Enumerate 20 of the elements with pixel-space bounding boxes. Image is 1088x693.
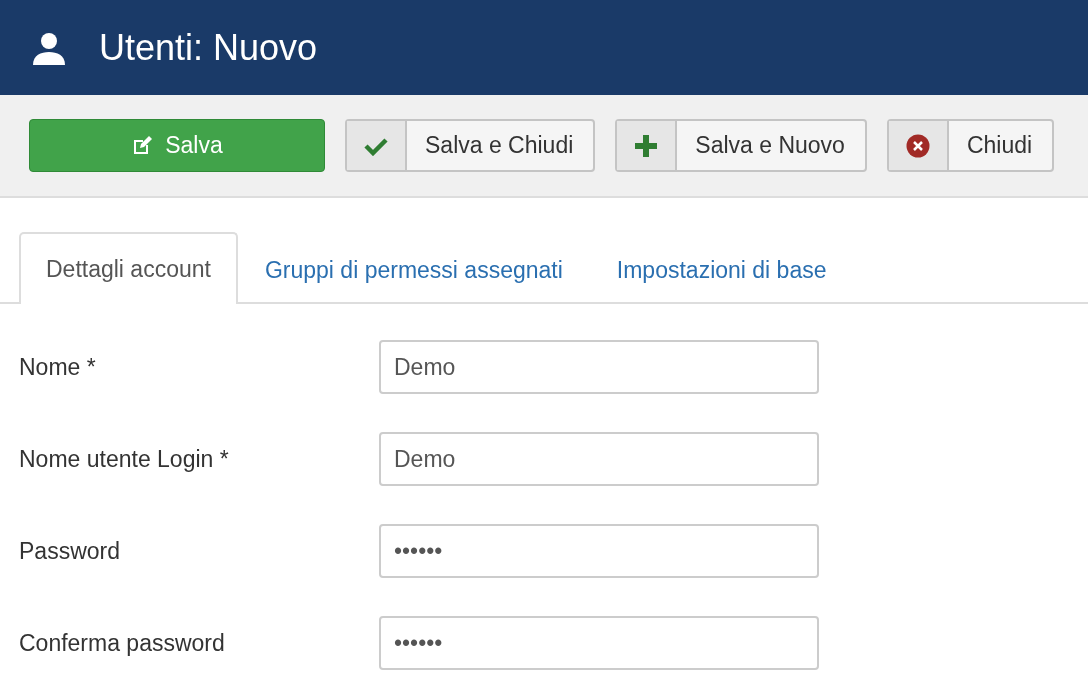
- input-field[interactable]: Demo: [379, 432, 819, 486]
- input-field[interactable]: ••••••: [379, 524, 819, 578]
- cancel-icon: [905, 133, 930, 158]
- field-label: Conferma password: [19, 628, 226, 658]
- input-field[interactable]: ••••••: [379, 616, 819, 670]
- toolbar-button[interactable]: Chiudi: [886, 119, 1055, 172]
- toolbar-button[interactable]: Salva e Chiudi: [345, 119, 596, 172]
- field-label: Password: [19, 536, 121, 566]
- input-field[interactable]: Demo: [379, 340, 819, 394]
- tab[interactable]: Impostazioni di base: [589, 234, 854, 304]
- field-label: Nome utente Login *: [19, 444, 230, 474]
- edit-icon: [131, 134, 154, 157]
- tab[interactable]: Dettagli account: [19, 232, 238, 304]
- plus-icon: [634, 133, 659, 158]
- field-label: Nome *: [19, 352, 97, 382]
- check-icon: [364, 135, 388, 156]
- toolbar-button[interactable]: Salva e Nuovo: [615, 119, 867, 172]
- tab[interactable]: Gruppi di permessi assegnati: [237, 234, 590, 304]
- user-icon: [31, 30, 67, 65]
- page-title: Utenti: Nuovo: [99, 26, 318, 69]
